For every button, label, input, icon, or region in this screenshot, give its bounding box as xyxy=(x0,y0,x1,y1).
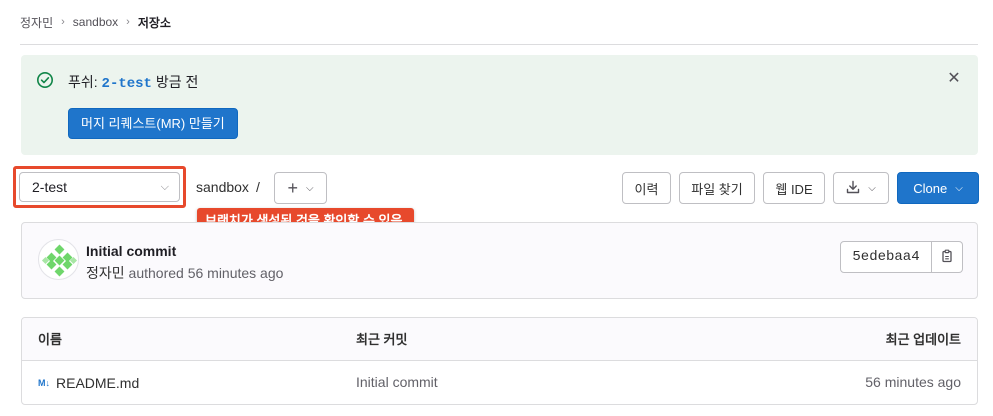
file-last-commit[interactable]: Initial commit xyxy=(356,361,438,404)
plus-icon: + xyxy=(287,177,298,198)
branch-selector-highlight: 2-test ⌵ xyxy=(13,166,186,208)
commit-sha-group: 5edebaa4 xyxy=(840,241,963,273)
web-ide-button[interactable]: 웹 IDE xyxy=(763,172,825,204)
commit-sha-button[interactable]: 5edebaa4 xyxy=(840,241,932,273)
commit-meta: 정자민 authored 56 minutes ago xyxy=(86,263,283,283)
breadcrumb-current[interactable]: 저장소 xyxy=(138,14,171,31)
chevron-down-icon: ⌵ xyxy=(868,182,876,194)
clone-button[interactable]: Clone ⌵ xyxy=(897,172,979,204)
chevron-down-icon: ⌵ xyxy=(160,181,169,193)
avatar[interactable] xyxy=(38,239,79,280)
header-last-commit: 최근 커밋 xyxy=(356,332,408,347)
chevron-right-icon: › xyxy=(61,16,65,28)
breadcrumb: 정자민 › sandbox › 저장소 xyxy=(20,12,171,32)
find-file-button[interactable]: 파일 찾기 xyxy=(679,172,755,204)
commit-author[interactable]: 정자민 xyxy=(86,265,125,281)
header-last-update: 최근 업데이트 xyxy=(885,332,961,347)
last-commit-panel: Initial commit 정자민 authored 56 minutes a… xyxy=(21,222,978,299)
path-separator: / xyxy=(255,179,260,195)
alert-message: 푸쉬: 2-test 방금 전 xyxy=(68,72,198,92)
chevron-right-icon: › xyxy=(126,16,130,28)
table-header: 이름 최근 커밋 최근 업데이트 xyxy=(22,318,977,361)
markdown-icon: M↓ xyxy=(38,378,50,388)
check-circle-icon xyxy=(36,71,54,89)
branch-selector[interactable]: 2-test ⌵ xyxy=(19,172,180,202)
push-alert: 푸쉬: 2-test 방금 전 ✕ 머지 리퀘스트(MR) 만들기 xyxy=(21,55,978,155)
file-table: 이름 최근 커밋 최근 업데이트 M↓ README.md Initial co… xyxy=(21,317,978,405)
commit-title[interactable]: Initial commit xyxy=(86,243,176,259)
download-button[interactable]: ⌵ xyxy=(833,172,889,204)
branch-selector-value: 2-test xyxy=(32,179,68,195)
create-merge-request-button[interactable]: 머지 리퀘스트(MR) 만들기 xyxy=(68,108,238,139)
chevron-down-icon: ⌵ xyxy=(955,182,963,194)
download-icon xyxy=(846,180,860,197)
clone-button-label: Clone xyxy=(913,180,948,196)
repo-path: sandbox / xyxy=(196,179,260,195)
alert-suffix: 방금 전 xyxy=(151,74,199,90)
repo-path-root[interactable]: sandbox xyxy=(196,179,249,195)
table-row[interactable]: M↓ README.md Initial commit 56 minutes a… xyxy=(22,361,977,404)
copy-sha-button[interactable] xyxy=(932,241,963,273)
close-icon[interactable]: ✕ xyxy=(944,69,964,89)
copy-icon xyxy=(940,249,954,266)
add-to-tree-button[interactable]: + ⌵ xyxy=(274,172,327,204)
file-last-update: 56 minutes ago xyxy=(865,374,961,390)
alert-branch-name: 2-test xyxy=(101,76,152,92)
breadcrumb-user[interactable]: 정자민 xyxy=(20,14,53,31)
header-name: 이름 xyxy=(38,332,62,347)
alert-prefix: 푸쉬: xyxy=(68,74,102,90)
commit-meta-text: authored 56 minutes ago xyxy=(124,265,284,281)
history-button[interactable]: 이력 xyxy=(622,172,671,204)
file-name-cell[interactable]: M↓ README.md xyxy=(38,361,139,404)
breadcrumb-project[interactable]: sandbox xyxy=(73,15,118,29)
chevron-down-icon: ⌵ xyxy=(305,182,314,194)
divider xyxy=(20,44,978,45)
file-name[interactable]: README.md xyxy=(56,361,139,404)
